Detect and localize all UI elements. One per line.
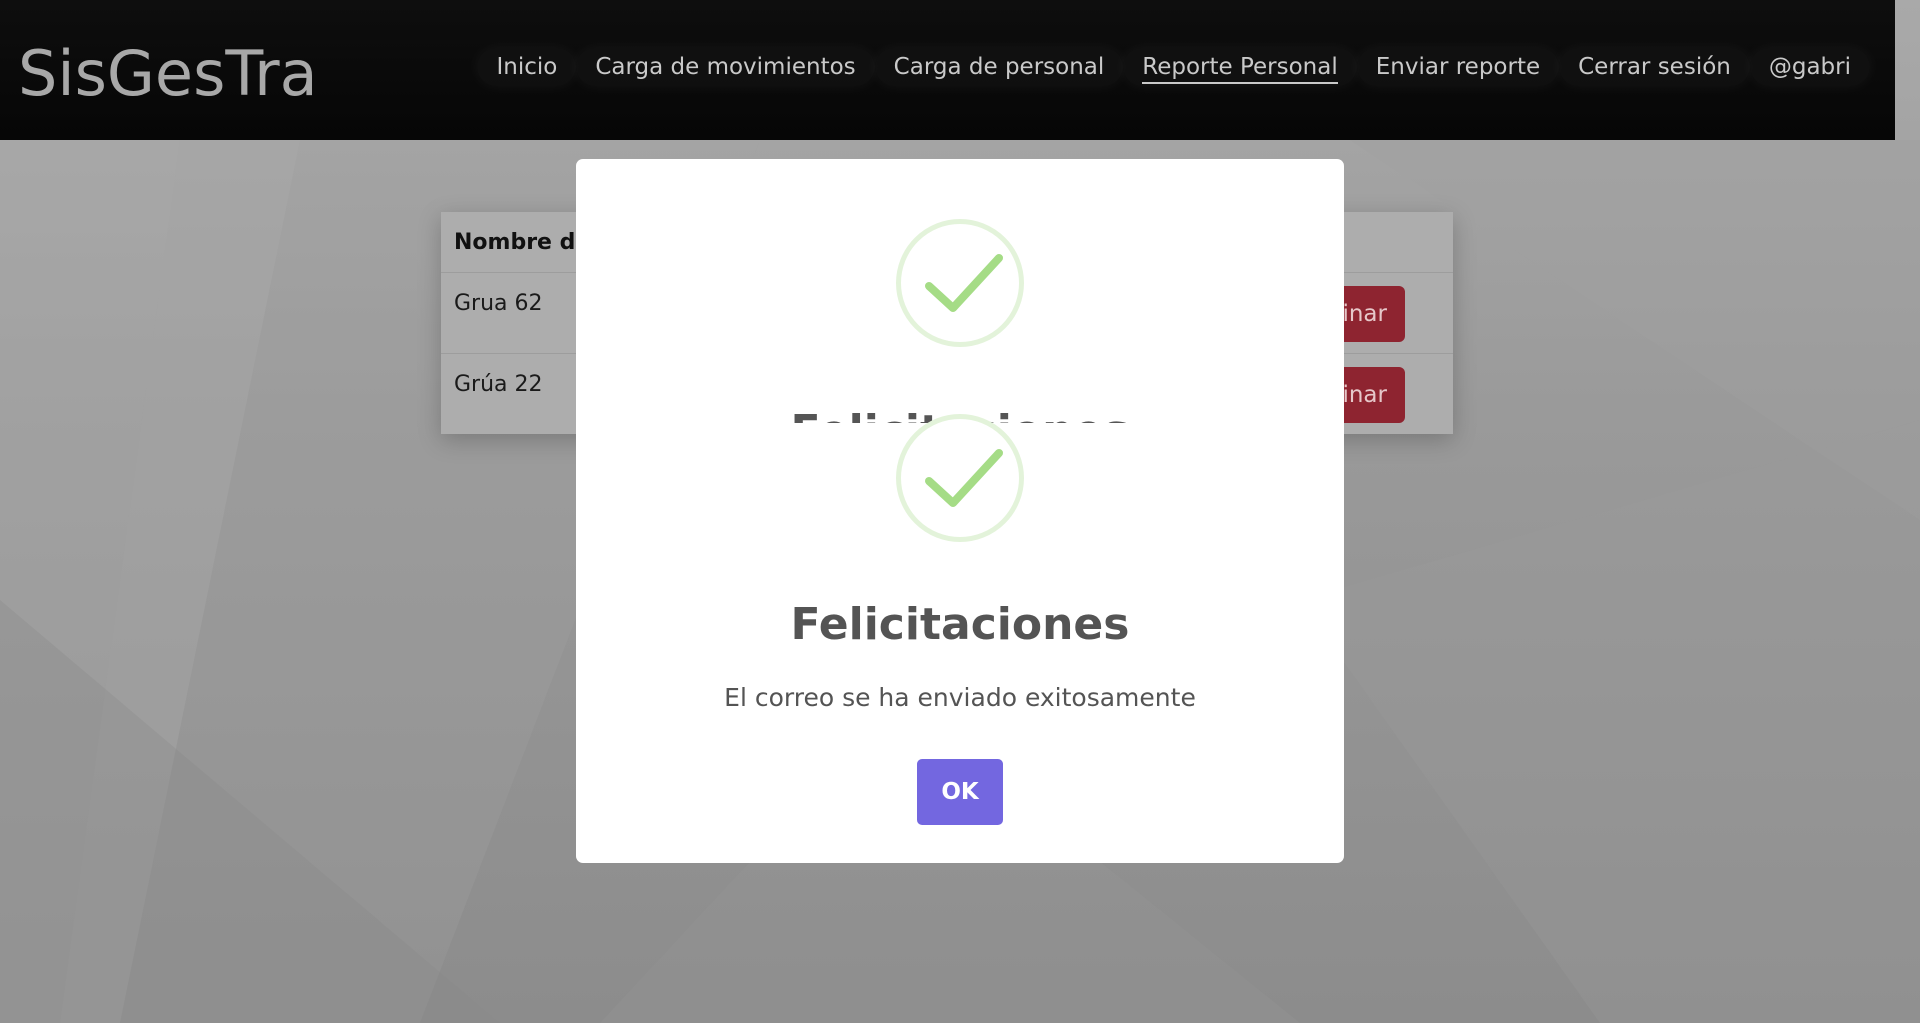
ok-button[interactable]: OK xyxy=(917,759,1003,825)
dialog-message: El correo se ha enviado exitosamente xyxy=(724,683,1196,712)
success-check-icon xyxy=(896,219,1024,347)
dialog-title: Felicitaciones xyxy=(790,599,1130,650)
success-dialog: Felicitaciones Felicitaciones El correo … xyxy=(576,159,1344,863)
success-check-icon xyxy=(896,414,1024,542)
